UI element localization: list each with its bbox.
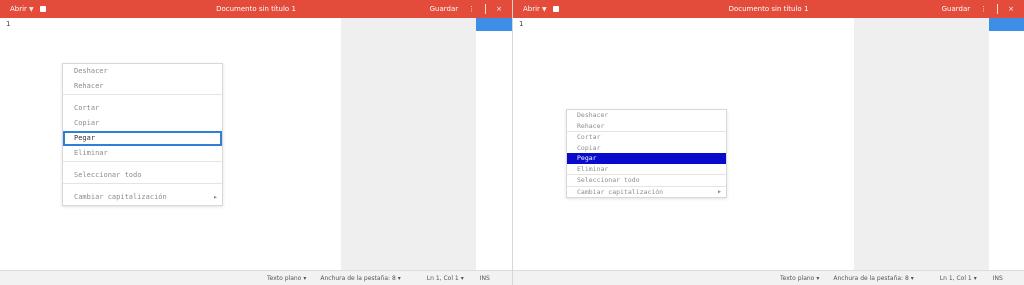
open-button[interactable]: Abrir ▼	[523, 5, 547, 13]
line-number: 1	[519, 20, 524, 28]
menu-item-cut[interactable]: Cortar	[567, 132, 726, 143]
scroll-indicator[interactable]	[476, 18, 512, 31]
chevron-down-icon: ▼	[28, 5, 34, 13]
menu-item-redo[interactable]: Rehacer	[567, 121, 726, 132]
menu-item-undo[interactable]: Deshacer	[567, 110, 726, 121]
minimap-area	[476, 18, 512, 271]
status-bar: Texto plano ▾ Anchura de la pestaña: 8 ▾…	[513, 270, 1024, 285]
menu-item-copy[interactable]: Copiar	[567, 143, 726, 154]
header-bar: Abrir ▼ Documento sin título 1 Guardar ⋮…	[0, 0, 512, 18]
editor-overview-panel	[341, 18, 476, 271]
context-menu-compact: Deshacer Rehacer Cortar Copiar Pegar Eli…	[566, 109, 727, 198]
cursor-position-selector[interactable]: Ln 1, Col 1 ▾	[940, 275, 977, 282]
insert-mode-indicator[interactable]: INS	[993, 275, 1003, 282]
menu-item-cut[interactable]: Cortar	[63, 101, 222, 116]
chevron-down-icon: ▾	[816, 274, 820, 282]
chevron-down-icon: ▼	[541, 5, 547, 13]
chevron-down-icon: ▾	[460, 274, 464, 282]
save-button[interactable]: Guardar	[430, 5, 459, 13]
header-bar: Abrir ▼ Documento sin título 1 Guardar ⋮…	[513, 0, 1024, 18]
syntax-label: Texto plano	[267, 274, 302, 282]
menu-icon[interactable]: ⋮	[468, 5, 475, 13]
tab-width-selector[interactable]: Anchura de la pestaña: 8 ▾	[320, 275, 400, 282]
editor-overview-panel	[854, 18, 989, 271]
line-number: 1	[6, 20, 11, 28]
close-icon[interactable]: ×	[1008, 5, 1014, 13]
insert-mode-indicator[interactable]: INS	[480, 275, 490, 282]
tab-width-label: Anchura de la pestaña: 8	[320, 274, 396, 282]
save-button[interactable]: Guardar	[942, 5, 971, 13]
submenu-arrow-icon: ▶	[717, 188, 721, 195]
cursor-position-label: Ln 1, Col 1	[426, 274, 459, 282]
editor-window-left: Abrir ▼ Documento sin título 1 Guardar ⋮…	[0, 0, 512, 285]
insert-mode-label: INS	[479, 274, 490, 282]
chevron-down-icon: ▾	[397, 274, 401, 282]
minimap-area	[989, 18, 1024, 271]
insert-mode-label: INS	[992, 274, 1003, 282]
tab-width-selector[interactable]: Anchura de la pestaña: 8 ▾	[833, 275, 913, 282]
open-label: Abrir	[523, 5, 540, 13]
scroll-indicator[interactable]	[989, 18, 1024, 31]
cursor-position-label: Ln 1, Col 1	[939, 274, 972, 282]
close-icon[interactable]: ×	[496, 5, 502, 13]
document-icon[interactable]	[39, 6, 46, 12]
chevron-down-icon: ▾	[973, 274, 977, 282]
open-label: Abrir	[10, 5, 27, 13]
open-button[interactable]: Abrir ▼	[10, 5, 34, 13]
menu-item-change-case-label: Cambiar capitalización	[74, 193, 167, 201]
header-divider	[485, 4, 487, 14]
status-bar: Texto plano ▾ Anchura de la pestaña: 8 ▾…	[0, 270, 512, 285]
menu-item-select-all[interactable]: Seleccionar todo	[63, 168, 222, 183]
menu-item-select-all[interactable]: Seleccionar todo	[567, 175, 726, 186]
menu-icon[interactable]: ⋮	[980, 5, 987, 13]
menu-item-change-case-label: Cambiar capitalización	[577, 187, 664, 196]
menu-item-redo[interactable]: Rehacer	[63, 79, 222, 94]
menu-item-paste[interactable]: Pegar	[63, 131, 222, 146]
syntax-selector[interactable]: Texto plano ▾	[780, 275, 819, 282]
chevron-down-icon: ▾	[303, 274, 307, 282]
submenu-arrow-icon: ▶	[213, 194, 217, 200]
context-menu: Deshacer Rehacer Cortar Copiar Pegar Eli…	[62, 63, 223, 206]
screenshot-stage: Abrir ▼ Documento sin título 1 Guardar ⋮…	[0, 0, 1024, 285]
menu-item-paste[interactable]: Pegar	[567, 153, 726, 164]
menu-item-delete[interactable]: Eliminar	[567, 164, 726, 175]
menu-item-delete[interactable]: Eliminar	[63, 146, 222, 161]
syntax-label: Texto plano	[780, 274, 815, 282]
tab-width-label: Anchura de la pestaña: 8	[833, 274, 909, 282]
syntax-selector[interactable]: Texto plano ▾	[267, 275, 306, 282]
menu-item-change-case[interactable]: Cambiar capitalización ▶	[567, 187, 726, 198]
cursor-position-selector[interactable]: Ln 1, Col 1 ▾	[427, 275, 464, 282]
chevron-down-icon: ▾	[910, 274, 914, 282]
menu-item-change-case[interactable]: Cambiar capitalización ▶	[63, 190, 222, 205]
menu-item-undo[interactable]: Deshacer	[63, 64, 222, 79]
header-divider	[997, 4, 999, 14]
menu-item-copy[interactable]: Copiar	[63, 116, 222, 131]
document-icon[interactable]	[552, 6, 559, 12]
